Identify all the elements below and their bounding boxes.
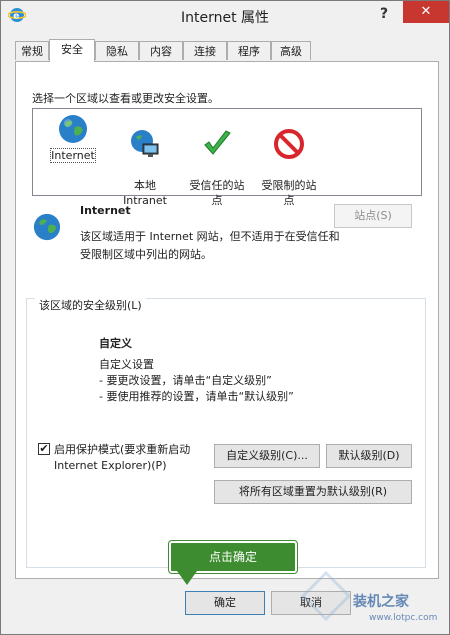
security-level-group: 该区域的安全级别(L) 自定义 自定义设置 - 要更改设置，请单击“自定义级别”… — [26, 297, 426, 568]
level-line: - 要使用推荐的设置，请单击“默认级别” — [99, 390, 294, 403]
tab-security[interactable]: 安全 — [49, 39, 95, 62]
intranet-icon — [131, 130, 159, 157]
selected-zone-globe-icon — [32, 212, 62, 245]
security-tab-panel: 选择一个区域以查看或更改安全设置。 Internet 本地 Intranet 受… — [15, 61, 439, 579]
selected-zone-title: Internet — [80, 204, 131, 217]
zone-label: 受限制的站 点 — [261, 179, 317, 207]
security-level-title: 自定义 — [99, 337, 132, 350]
protected-mode-label: 启用保护模式(要求重新启动 Internet Explorer)(P) — [54, 443, 191, 472]
protected-mode-checkbox[interactable]: ✔ 启用保护模式(要求重新启动 Internet Explorer)(P) — [38, 442, 218, 474]
sites-button[interactable]: 站点(S) — [334, 204, 412, 228]
reset-all-zones-button[interactable]: 将所有区域重置为默认级别(R) — [214, 480, 412, 504]
security-level-description: 自定义设置 - 要更改设置，请单击“自定义级别” - 要使用推荐的设置，请单击“… — [99, 357, 294, 405]
ok-button[interactable]: 确定 — [185, 591, 265, 615]
annotation-pointer — [177, 571, 197, 585]
level-line: - 要更改设置，请单击“自定义级别” — [99, 374, 272, 387]
security-level-label: 该区域的安全级别(L) — [35, 297, 146, 313]
tab-general[interactable]: 常规 — [15, 41, 49, 60]
zone-label: 本地 Intranet — [123, 179, 167, 207]
close-button[interactable]: ✕ — [403, 1, 449, 23]
tab-privacy[interactable]: 隐私 — [95, 41, 139, 60]
zone-internet[interactable]: Internet — [37, 113, 109, 163]
tab-content[interactable]: 内容 — [139, 41, 183, 60]
checkmark-icon — [204, 130, 231, 155]
help-button[interactable]: ? — [371, 3, 397, 25]
zone-list[interactable]: Internet 本地 Intranet 受信任的站 点 受限制的站 点 — [32, 108, 422, 207]
zone-trusted[interactable]: 受信任的站 点 — [181, 113, 253, 208]
title-bar: e Internet 属性 ? ✕ — [1, 1, 449, 31]
watermark-logo-icon — [300, 570, 352, 624]
restricted-icon — [274, 129, 304, 159]
default-level-button[interactable]: 默认级别(D) — [326, 444, 412, 468]
tab-connections[interactable]: 连接 — [183, 41, 227, 60]
tab-advanced[interactable]: 高级 — [271, 41, 311, 60]
custom-level-button[interactable]: 自定义级别(C)... — [214, 444, 320, 468]
zone-label: Internet — [50, 148, 96, 163]
level-line: 自定义设置 — [99, 358, 154, 371]
zone-prompt: 选择一个区域以查看或更改安全设置。 — [32, 92, 219, 105]
internet-options-window: e Internet 属性 ? ✕ 常规 安全 隐私 内容 连接 程序 高级 选… — [0, 0, 450, 635]
selected-zone-description: 该区域适用于 Internet 网站，但不适用于在受信任和受限制区域中列出的网站… — [80, 230, 340, 261]
click-ok-annotation: 点击确定 — [169, 541, 297, 573]
globe-icon — [59, 115, 87, 143]
checkbox-box[interactable]: ✔ — [38, 443, 50, 455]
zone-restricted[interactable]: 受限制的站 点 — [253, 113, 325, 208]
watermark-url: www.lotpc.com — [369, 613, 438, 623]
zone-intranet[interactable]: 本地 Intranet — [109, 113, 181, 208]
watermark-text: 装机之家 — [353, 594, 409, 610]
tab-programs[interactable]: 程序 — [227, 41, 271, 60]
zone-label: 受信任的站 点 — [189, 179, 245, 207]
